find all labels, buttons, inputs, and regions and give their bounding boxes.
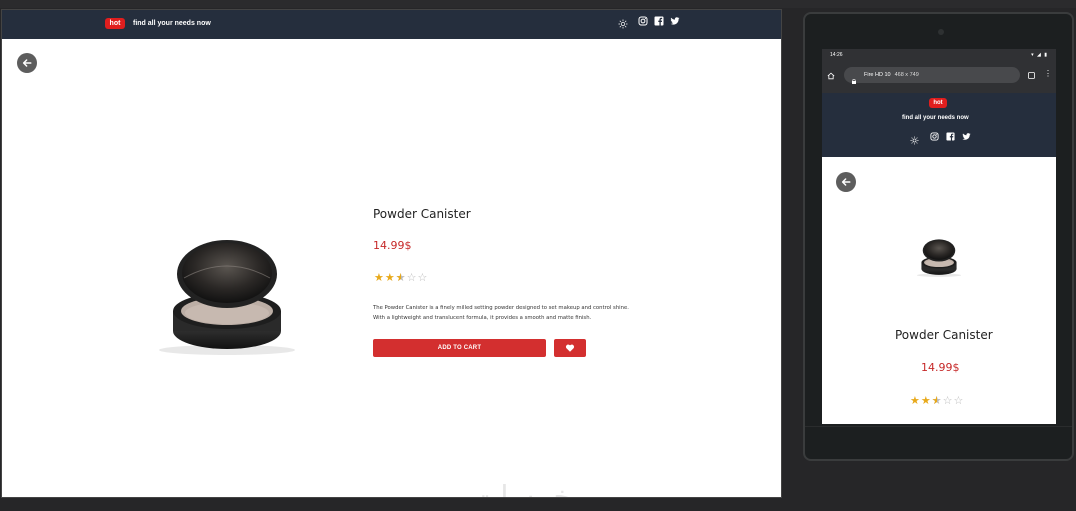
star-full-icon: ★	[384, 271, 395, 284]
add-to-cart-button[interactable]: ADD TO CART	[373, 339, 546, 357]
description-line: With a lightweight and translucent formu…	[373, 315, 592, 321]
back-button[interactable]	[836, 172, 856, 192]
product-title: Powder Canister	[895, 328, 993, 342]
product-title: Powder Canister	[373, 207, 471, 221]
star-full-icon: ★	[910, 394, 920, 407]
sun-icon[interactable]	[910, 136, 919, 145]
tablet-bezel-line	[805, 426, 1072, 427]
sun-icon[interactable]	[618, 19, 628, 29]
product-description: The Powder Canister is a finely milled s…	[373, 303, 673, 323]
facebook-icon[interactable]	[654, 16, 664, 26]
description-line: The Powder Canister is a finely milled s…	[373, 305, 629, 311]
product-image	[159, 240, 295, 355]
site-header-mobile: hot find all your needs now	[822, 93, 1056, 157]
header-tagline: find all your needs now	[902, 115, 969, 121]
star-empty-icon: ☆	[953, 394, 964, 407]
product-price: 14.99$	[373, 239, 412, 252]
url-device-name: Fire HD 10	[864, 72, 891, 78]
status-bar: 14:26 ▾ ◢ ▮	[822, 49, 1056, 61]
star-full-icon: ★	[920, 394, 931, 407]
star-full-icon: ★	[374, 271, 384, 284]
arrow-left-icon	[841, 178, 851, 186]
star-empty-icon: ☆	[942, 394, 953, 407]
url-device-size: 468 x 749	[894, 72, 919, 78]
browser-url-bar: Fire HD 10 468 x 749 ⋮	[822, 61, 1056, 93]
twitter-icon[interactable]	[962, 132, 971, 141]
arrow-left-icon	[22, 59, 32, 67]
home-icon[interactable]	[827, 72, 835, 80]
tablet-screen: 14:26 ▾ ◢ ▮ Fire HD 10 468 x 749 ⋮ hot fi…	[822, 49, 1056, 424]
instagram-icon[interactable]	[930, 132, 939, 141]
product-price: 14.99$	[921, 361, 960, 374]
hot-badge[interactable]: hot	[929, 98, 947, 108]
desktop-viewport: hot find all your needs now Powder Canis…	[1, 9, 782, 498]
header-tagline: find all your needs now	[133, 20, 211, 27]
url-field[interactable]: Fire HD 10 468 x 749	[844, 67, 1020, 83]
site-header: hot find all your needs now	[2, 10, 781, 39]
star-empty-icon: ☆	[406, 271, 417, 284]
star-half-icon: ★	[932, 395, 942, 406]
star-half-icon: ★	[396, 272, 406, 283]
devtools-top-strip	[0, 0, 1076, 8]
rating-stars: ★ ★ ★ ☆ ☆	[374, 272, 427, 283]
camera-dot	[938, 29, 944, 35]
lock-icon	[852, 79, 856, 84]
instagram-icon[interactable]	[638, 16, 648, 26]
facebook-icon[interactable]	[946, 132, 955, 141]
heart-icon	[565, 344, 575, 352]
watermark: خمسات	[472, 480, 573, 498]
hot-badge[interactable]: hot	[105, 18, 125, 29]
star-empty-icon: ☆	[417, 271, 428, 284]
rating-stars: ★ ★ ★ ☆ ☆	[910, 395, 963, 406]
status-time: 14:26	[830, 52, 843, 58]
tab-switcher-icon[interactable]	[1028, 72, 1035, 79]
favorite-button[interactable]	[554, 339, 586, 357]
twitter-icon[interactable]	[670, 16, 680, 26]
tablet-device-frame: 14:26 ▾ ◢ ▮ Fire HD 10 468 x 749 ⋮ hot fi…	[803, 12, 1074, 461]
status-icons: ▾ ◢ ▮	[1031, 52, 1048, 58]
product-image	[916, 239, 962, 277]
back-button[interactable]	[17, 53, 37, 73]
kebab-menu-icon[interactable]: ⋮	[1044, 70, 1052, 78]
